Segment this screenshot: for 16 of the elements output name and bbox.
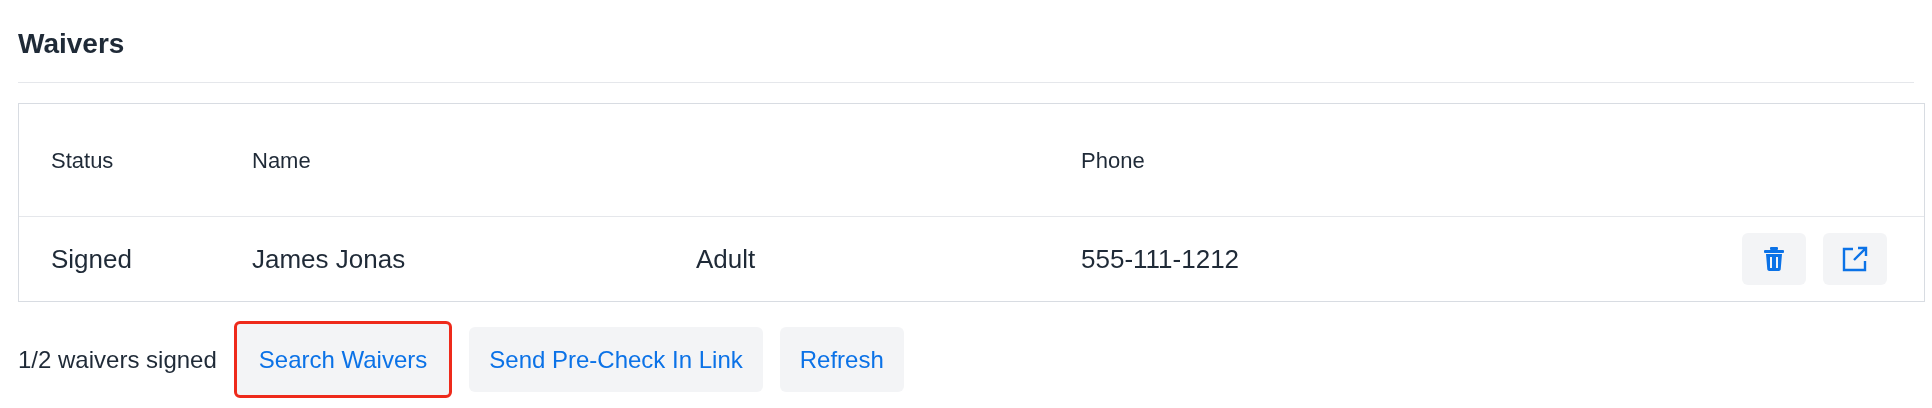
action-button[interactable]: Refresh — [779, 327, 904, 392]
trash-icon — [1764, 247, 1784, 271]
table-cell: 555-111-1212 — [1081, 243, 1240, 274]
table-cell: Signed — [51, 243, 132, 274]
table-cell: Adult — [696, 243, 756, 274]
action-button[interactable]: Send Pre-Check In Link — [469, 327, 763, 392]
section-title: Waivers — [18, 27, 125, 61]
open-button[interactable] — [1823, 233, 1887, 285]
column-header: Phone — [1081, 147, 1145, 173]
column-header: Status — [51, 147, 114, 173]
column-header: Name — [252, 147, 311, 173]
action-button[interactable]: Search Waivers — [233, 321, 453, 398]
table-cell: James Jonas — [252, 243, 406, 274]
waivers-summary: 1/2 waivers signed — [18, 344, 217, 375]
external-link-icon — [1842, 246, 1868, 272]
delete-button[interactable] — [1742, 233, 1806, 285]
